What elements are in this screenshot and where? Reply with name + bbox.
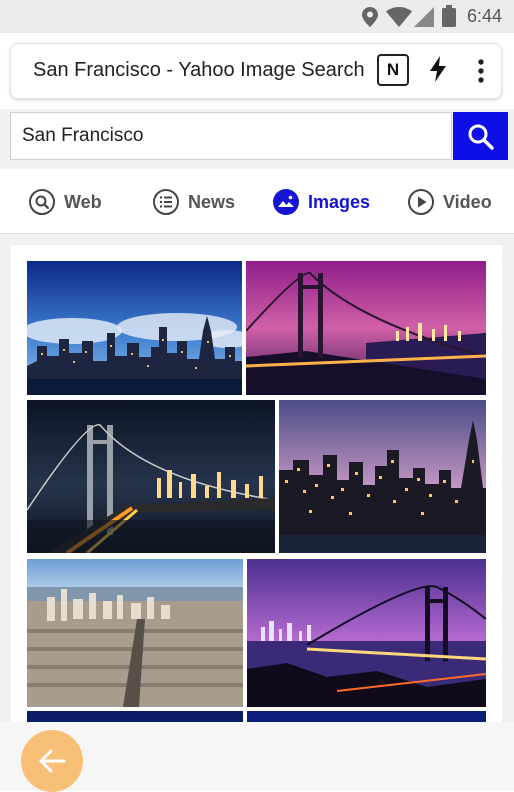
search-row: San Francisco — [0, 109, 514, 169]
n-extension-button[interactable]: N — [377, 54, 409, 86]
status-time: 6:44 — [466, 6, 502, 26]
address-bar[interactable]: San Francisco - Yahoo Image Search N — [10, 43, 502, 99]
image-result[interactable] — [279, 400, 486, 553]
tab-web[interactable]: Web — [28, 187, 102, 217]
image-result[interactable] — [246, 261, 486, 395]
image-result[interactable] — [27, 261, 242, 395]
arrow-left-icon — [39, 749, 66, 773]
more-vert-icon[interactable] — [477, 58, 485, 84]
tab-images[interactable]: Images — [272, 187, 370, 217]
tab-web-label: Web — [64, 191, 102, 212]
status-bar: 6:44 — [0, 0, 514, 33]
tab-video-label: Video — [443, 191, 492, 212]
search-icon — [468, 124, 494, 150]
tab-images-label: Images — [308, 191, 371, 212]
wifi-icon — [386, 7, 412, 27]
search-icon — [29, 189, 55, 215]
image-icon — [273, 189, 299, 215]
image-result[interactable] — [27, 400, 275, 553]
tab-news[interactable]: News — [152, 187, 235, 217]
vertical-tabs: Web News Images Video — [0, 169, 514, 234]
browser-toolbar: San Francisco - Yahoo Image Search N — [0, 33, 514, 109]
tab-video[interactable]: Video — [407, 187, 492, 217]
image-result[interactable] — [247, 559, 486, 707]
signal-icon — [414, 7, 434, 27]
image-results-grid — [11, 245, 502, 725]
address-bar-text[interactable]: San Francisco - Yahoo Image Search — [33, 59, 375, 82]
image-result[interactable] — [27, 559, 243, 707]
bottom-bar — [0, 722, 514, 792]
location-icon — [362, 7, 378, 27]
search-button[interactable] — [453, 112, 508, 160]
play-icon — [408, 189, 434, 215]
bolt-icon[interactable] — [429, 56, 447, 82]
search-input[interactable]: San Francisco — [10, 112, 452, 160]
battery-icon — [442, 5, 456, 27]
tab-news-label: News — [188, 191, 236, 212]
back-button[interactable] — [21, 730, 83, 792]
list-icon — [153, 189, 179, 215]
